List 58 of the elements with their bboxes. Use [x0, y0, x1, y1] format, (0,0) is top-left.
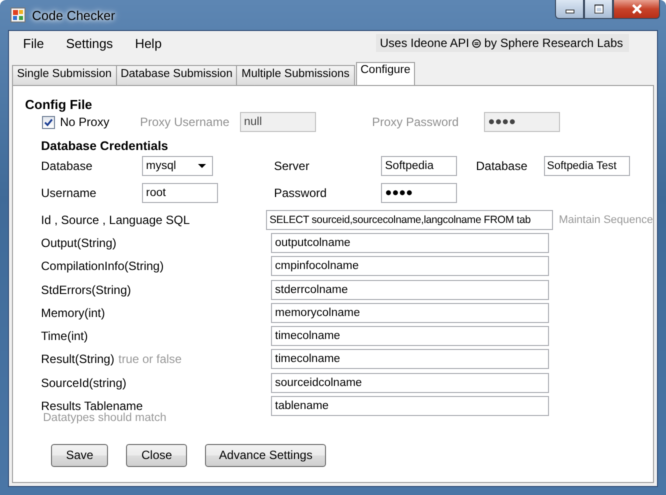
caret-icon	[198, 164, 206, 168]
section-heading: Config File	[25, 97, 94, 112]
maximize-icon	[592, 4, 604, 14]
checkbox-label: No Proxy	[60, 115, 110, 129]
input-field[interactable]: Softpedia	[381, 156, 457, 176]
minimize-button[interactable]	[555, 0, 584, 19]
field-label: Output(String)	[41, 236, 116, 250]
footnote: Datatypes should match	[43, 412, 168, 424]
field-hint: true or false	[118, 352, 182, 366]
field-label: Time(int)	[41, 329, 88, 344]
field-label: Result(String)	[41, 352, 114, 366]
menu-item[interactable]: Settings	[58, 36, 121, 50]
menu-item[interactable]: File	[15, 36, 52, 50]
close-icon	[630, 3, 644, 15]
input-field[interactable]: timecolname	[271, 349, 549, 370]
field-label: StdErrors(String)	[41, 282, 132, 297]
tab[interactable]: Multiple Submissions	[236, 65, 354, 85]
maximize-button[interactable]	[584, 0, 613, 19]
field-label: Memory(int)	[41, 306, 106, 320]
credit-text: by Sphere Research Labs	[484, 36, 623, 50]
dropdown[interactable]: mysql	[142, 156, 213, 176]
field-label: Database	[476, 159, 528, 173]
dialog-button[interactable]: Close	[126, 444, 188, 467]
field-label: CompilationInfo(String)	[41, 259, 164, 274]
field-label: Proxy Password	[372, 115, 460, 129]
section-heading: Database Credentials	[41, 139, 170, 153]
field-label: Database	[41, 159, 94, 173]
dialog-button[interactable]: Save	[51, 444, 108, 467]
field-hint: Maintain Sequence	[558, 214, 653, 226]
field-label: Results Tablename	[41, 399, 143, 414]
dialog-button[interactable]: Advance Settings	[205, 444, 326, 467]
tab[interactable]: Database Submission	[116, 65, 238, 85]
input-field[interactable]: SELECT sourceid,sourcecolname,langcolname FROM tab	[266, 210, 553, 230]
checkbox[interactable]	[42, 116, 55, 128]
field-label: Proxy Username	[140, 115, 230, 129]
window-title: Code Checker	[32, 8, 116, 22]
input-field[interactable]: memorycolname	[271, 302, 549, 323]
input-field[interactable]: stderrcolname	[271, 280, 549, 300]
input-field[interactable]: timecolname	[271, 326, 549, 346]
field-label: Username	[41, 186, 98, 200]
tab[interactable]: Single Submission	[12, 65, 117, 85]
menu-item[interactable]: Help	[126, 36, 170, 50]
input-field[interactable]: root	[142, 183, 218, 203]
input-field[interactable]: outputcolname	[271, 232, 549, 253]
field-label: Password	[274, 186, 328, 200]
input-field[interactable]: sourceidcolname	[271, 372, 549, 393]
close-button[interactable]	[613, 0, 660, 19]
input-field[interactable]: tablename	[271, 396, 549, 416]
field-label: SourceId(string)	[41, 376, 126, 390]
input-field[interactable]: cmpinfocolname	[271, 256, 549, 276]
field-label: Id , Source , Language SQL	[41, 212, 190, 227]
input-field[interactable]: Softpedia Test	[544, 156, 630, 176]
field-label: Server	[274, 159, 310, 173]
tab[interactable]: Configure	[356, 62, 416, 85]
input-field[interactable]: ●●●●	[381, 183, 457, 203]
app-icon	[10, 7, 26, 23]
credit-text: Uses Ideone API	[380, 36, 470, 50]
api-icon	[472, 38, 482, 48]
